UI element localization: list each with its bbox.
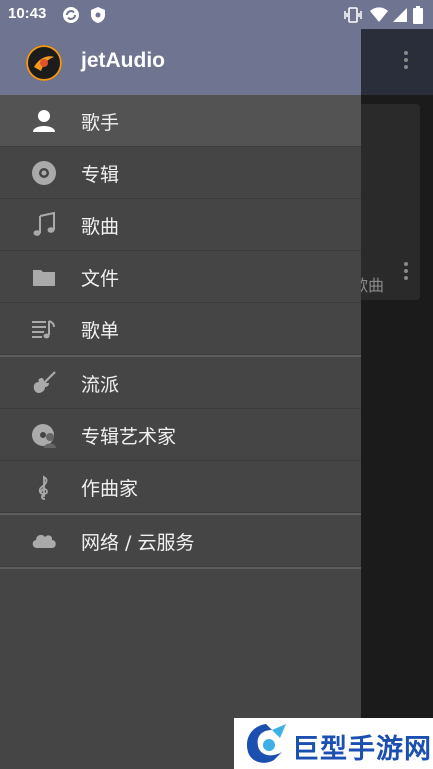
shield-icon: [91, 7, 105, 23]
vibrate-icon: [344, 7, 362, 23]
watermark-text: 巨型手游网: [292, 734, 432, 765]
drawer-header: jetAudio: [0, 29, 361, 95]
app-logo: [26, 45, 62, 81]
menu-item-songs[interactable]: 歌曲: [0, 199, 361, 251]
menu-item-files[interactable]: 文件: [0, 251, 361, 303]
guitar-icon: [33, 371, 56, 393]
menu-item-label: 歌单: [81, 320, 120, 342]
menu-item-label: 歌曲: [81, 216, 120, 238]
drawer-menu: 歌手 专辑 歌曲 文件 歌单 流派 专辑艺术家 作曲家 网络 / 云服务: [0, 95, 361, 569]
menu-item-label: 文件: [81, 268, 120, 290]
menu-item-label: 专辑: [81, 164, 120, 186]
playlist-icon: [32, 320, 55, 339]
cloud-icon: [32, 534, 56, 548]
menu-item-composers[interactable]: 作曲家: [0, 461, 361, 513]
watermark-logo-icon: [246, 724, 286, 763]
album-disc-icon: [32, 161, 56, 185]
menu-item-label: 网络 / 云服务: [81, 532, 195, 554]
battery-icon: [413, 6, 423, 24]
overflow-menu-icon[interactable]: [404, 51, 408, 72]
menu-item-label: 作曲家: [81, 478, 139, 500]
status-bar: 10:43: [0, 0, 433, 29]
menu-item-artists[interactable]: 歌手: [0, 95, 361, 147]
menu-item-label: 歌手: [81, 112, 120, 134]
menu-item-playlists[interactable]: 歌单: [0, 303, 361, 355]
menu-item-label: 专辑艺术家: [81, 426, 177, 448]
wifi-icon: [370, 7, 388, 22]
app-title: jetAudio: [81, 49, 165, 72]
navigation-drawer: jetAudio 歌手 专辑 歌曲 文件 歌单 流派 专辑艺术家 作曲家 网络 …: [0, 0, 361, 769]
signal-icon: [393, 8, 407, 22]
watermark: 巨型手游网: [234, 718, 433, 769]
treble-clef-icon: [38, 475, 48, 500]
menu-item-network-cloud[interactable]: 网络 / 云服务: [0, 515, 361, 567]
folder-icon: [33, 270, 55, 286]
status-time: 10:43: [8, 5, 47, 22]
menu-item-albums[interactable]: 专辑: [0, 147, 361, 199]
menu-item-genres[interactable]: 流派: [0, 357, 361, 409]
card-more-icon[interactable]: [404, 262, 408, 283]
menu-item-label: 流派: [81, 374, 120, 396]
menu-item-album-artists[interactable]: 专辑艺术家: [0, 409, 361, 461]
music-note-icon: [33, 211, 55, 236]
sync-icon: [63, 7, 79, 23]
album-artist-icon: [32, 424, 56, 448]
artist-icon: [33, 110, 55, 132]
section-divider: [0, 567, 361, 569]
